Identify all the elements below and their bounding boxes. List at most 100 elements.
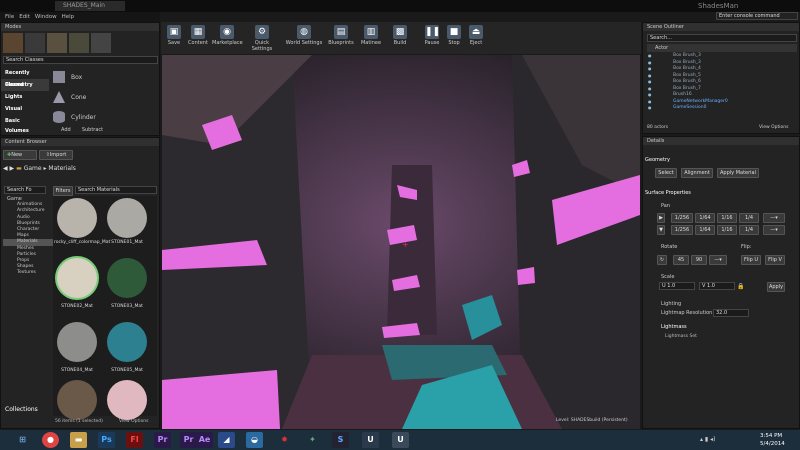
- category-lights[interactable]: Lights: [1, 91, 49, 103]
- console-command-input[interactable]: Enter console command: [716, 12, 798, 20]
- clock-date[interactable]: 5/4/2014: [760, 441, 785, 447]
- pan-v-4[interactable]: 1/4: [739, 225, 759, 235]
- pan-v-64[interactable]: 1/64: [695, 225, 715, 235]
- flash-icon[interactable]: Fl: [126, 432, 143, 448]
- lightmass-settings[interactable]: Lightmass Set: [665, 334, 697, 339]
- category-visual[interactable]: Visual: [1, 103, 49, 115]
- premiere-icon[interactable]: Pr: [180, 432, 197, 448]
- lock-icon[interactable]: 🔒: [737, 283, 744, 290]
- rotate-90[interactable]: 90: [691, 255, 707, 265]
- back-arrow-icon[interactable]: ◀: [3, 165, 8, 172]
- photoshop-icon[interactable]: Ps: [98, 432, 115, 448]
- new-asset-button[interactable]: ✚New: [3, 150, 37, 160]
- lightmass-section-header[interactable]: Lightmass: [661, 324, 687, 330]
- breadcrumb-materials[interactable]: Materials: [48, 165, 76, 172]
- scale-u-input[interactable]: U 1.0: [659, 282, 695, 290]
- asset-thumbnail[interactable]: [57, 322, 97, 362]
- app-icon[interactable]: ✸: [276, 432, 293, 448]
- outliner-view-options[interactable]: View Options: [759, 125, 788, 130]
- pan-16[interactable]: 1/16: [717, 213, 737, 223]
- blueprints-button[interactable]: ▤ Blueprints: [326, 24, 356, 50]
- after-effects-icon[interactable]: Ae: [196, 432, 213, 448]
- scale-v-input[interactable]: V 1.0: [699, 282, 735, 290]
- cylinder-item[interactable]: Cylinder: [53, 107, 153, 127]
- import-button[interactable]: ⇧Import: [39, 150, 73, 160]
- marketplace-button[interactable]: ◉ Marketplace: [212, 24, 243, 50]
- add-brush-option[interactable]: Add: [61, 127, 71, 133]
- list-item[interactable]: GameSession0: [645, 105, 795, 112]
- box-item[interactable]: Box: [53, 67, 153, 87]
- pan-more-dropdown[interactable]: —▾: [763, 213, 785, 223]
- app-icon[interactable]: ◢: [218, 432, 235, 448]
- clock-time[interactable]: 3:54 PM: [760, 433, 782, 439]
- pan-64[interactable]: 1/64: [695, 213, 715, 223]
- pan-256[interactable]: 1/256: [671, 213, 693, 223]
- apply-material-dropdown[interactable]: Apply Material: [717, 168, 759, 178]
- category-geometry[interactable]: Geometry: [1, 79, 49, 91]
- app-icon[interactable]: ◒: [246, 432, 263, 448]
- geometry-section-header[interactable]: Geometry: [645, 157, 670, 163]
- outliner-search-input[interactable]: Search...: [647, 34, 797, 42]
- category-basic[interactable]: Basic: [1, 115, 49, 127]
- place-mode-icon[interactable]: [3, 33, 23, 53]
- save-button[interactable]: ▣ Save: [162, 24, 186, 50]
- world-settings-button[interactable]: ◍ World Settings: [284, 24, 324, 50]
- chrome-icon[interactable]: ●: [42, 432, 59, 448]
- rotate-45[interactable]: 45: [673, 255, 689, 265]
- folder-textures[interactable]: Textures: [3, 270, 53, 276]
- collections-header[interactable]: Collections: [5, 406, 38, 413]
- geometry-mode-icon[interactable]: [91, 33, 111, 53]
- flip-v-button[interactable]: Flip V: [765, 255, 785, 265]
- alignment-dropdown[interactable]: Alignment: [681, 168, 713, 178]
- filters-button[interactable]: Filters: [53, 186, 73, 196]
- unreal-icon[interactable]: U: [392, 432, 409, 448]
- foliage-mode-icon[interactable]: [69, 33, 89, 53]
- pan-v-256[interactable]: 1/256: [671, 225, 693, 235]
- matinee-button[interactable]: ▥ Matinee: [358, 24, 384, 50]
- content-button[interactable]: ▦ Content: [186, 24, 210, 50]
- pan-u-button[interactable]: ▶: [657, 213, 665, 223]
- menu-edit[interactable]: Edit: [19, 12, 30, 22]
- asset-thumbnail[interactable]: [107, 380, 147, 420]
- category-volumes[interactable]: Volumes: [1, 127, 49, 135]
- app-icon[interactable]: S: [332, 432, 349, 448]
- pan-v-button[interactable]: ▼: [657, 225, 665, 235]
- app-icon[interactable]: ✦: [304, 432, 321, 448]
- menu-help[interactable]: Help: [62, 12, 75, 22]
- category-recently-placed[interactable]: Recently Placed: [1, 67, 49, 88]
- windows-start-icon[interactable]: ⊞: [14, 432, 31, 448]
- asset-thumbnail[interactable]: [57, 380, 97, 420]
- quick-settings-button[interactable]: ⚙ Quick Settings: [244, 24, 280, 52]
- actor-column-header[interactable]: Actor: [647, 44, 797, 52]
- menu-window[interactable]: Window: [35, 12, 57, 22]
- asset-thumbnail[interactable]: [107, 198, 147, 238]
- asset-thumbnail[interactable]: [107, 258, 147, 298]
- surface-properties-header[interactable]: Surface Properties: [645, 190, 691, 196]
- class-search-input[interactable]: Search Classes: [3, 56, 158, 64]
- pause-button[interactable]: ❚❚ Pause: [420, 24, 444, 50]
- subtract-brush-option[interactable]: Subtract: [82, 127, 103, 133]
- menu-file[interactable]: File: [5, 12, 14, 22]
- pan-v-16[interactable]: 1/16: [717, 225, 737, 235]
- premiere-icon[interactable]: Pr: [154, 432, 171, 448]
- level-viewport[interactable]: + Level: SHADESbuild (Persistent): [162, 55, 640, 429]
- rotate-icon[interactable]: ↻: [657, 255, 667, 265]
- forward-arrow-icon[interactable]: ▶: [10, 165, 15, 172]
- asset-search-input[interactable]: Search Materials: [75, 186, 157, 194]
- asset-thumbnail[interactable]: [107, 322, 147, 362]
- rotate-more-dropdown[interactable]: —▾: [709, 255, 727, 265]
- select-dropdown[interactable]: Select: [655, 168, 677, 178]
- stop-button[interactable]: ■ Stop: [442, 24, 466, 50]
- view-options-button[interactable]: View Options: [119, 419, 148, 424]
- folder-search-input[interactable]: Search Fo: [4, 186, 46, 194]
- lightmap-resolution-input[interactable]: 32.0: [713, 309, 749, 317]
- pan-4[interactable]: 1/4: [739, 213, 759, 223]
- breadcrumb-game[interactable]: Game: [24, 165, 42, 172]
- eject-button[interactable]: ⏏ Eject: [464, 24, 488, 50]
- cone-item[interactable]: Cone: [53, 87, 153, 107]
- flip-u-button[interactable]: Flip U: [741, 255, 761, 265]
- pan-v-more-dropdown[interactable]: —▾: [763, 225, 785, 235]
- asset-thumbnail-selected[interactable]: [57, 258, 97, 298]
- asset-thumbnail[interactable]: [57, 198, 97, 238]
- landscape-mode-icon[interactable]: [47, 33, 67, 53]
